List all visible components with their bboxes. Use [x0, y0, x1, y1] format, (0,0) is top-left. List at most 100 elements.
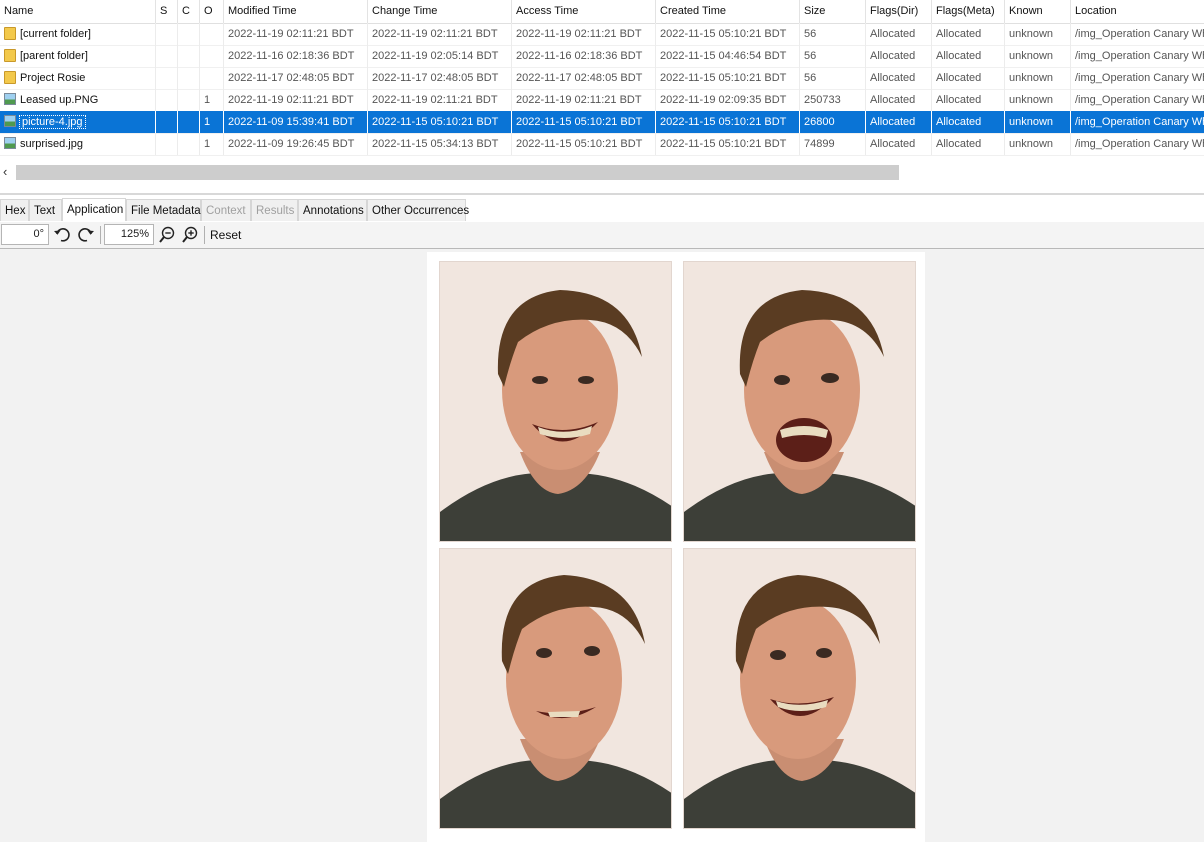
cell-name: [parent folder] — [0, 45, 156, 67]
cell-o — [200, 45, 224, 67]
photo-panel-laugh — [683, 261, 916, 542]
column-header-name[interactable]: Name — [0, 0, 156, 23]
cell-flags-dir: Allocated — [866, 67, 932, 89]
cell-modified: 2022-11-19 02:11:21 BDT — [224, 89, 368, 111]
cell-flags-meta: Allocated — [932, 45, 1005, 67]
cell-created: 2022-11-15 04:46:54 BDT — [656, 45, 800, 67]
cell-flags-meta: Allocated — [932, 23, 1005, 45]
image-file-icon — [4, 115, 16, 128]
image-file-icon — [4, 137, 16, 150]
cell-s — [156, 67, 178, 89]
toolbar-separator — [204, 226, 205, 244]
table-row[interactable]: [parent folder] 2022-11-16 02:18:36 BDT … — [0, 45, 1204, 68]
rotate-left-icon[interactable] — [52, 225, 72, 245]
cell-change: 2022-11-19 02:11:21 BDT — [368, 23, 512, 45]
column-header-known[interactable]: Known — [1005, 0, 1071, 23]
cell-name: surprised.jpg — [0, 133, 156, 155]
reset-button[interactable]: Reset — [210, 226, 241, 244]
cell-s — [156, 23, 178, 45]
cell-name: picture-4.jpg — [0, 111, 156, 133]
column-header-size[interactable]: Size — [800, 0, 866, 23]
tab-file-metadata[interactable]: File Metadata — [126, 199, 201, 221]
rotation-field[interactable]: 0° — [1, 224, 49, 245]
zoom-out-icon[interactable] — [157, 225, 177, 245]
cell-known: unknown — [1005, 111, 1071, 133]
column-header-change[interactable]: Change Time — [368, 0, 512, 23]
cell-access: 2022-11-16 02:18:36 BDT — [512, 45, 656, 67]
image-viewer — [0, 249, 1204, 844]
tab-results: Results — [251, 199, 298, 221]
column-header-created[interactable]: Created Time — [656, 0, 800, 23]
cell-o: 1 — [200, 133, 224, 155]
cell-change: 2022-11-15 05:10:21 BDT — [368, 111, 512, 133]
column-header-flags-dir[interactable]: Flags(Dir) — [866, 0, 932, 23]
cell-location: /img_Operation Canary Wh — [1071, 45, 1204, 67]
cell-modified: 2022-11-16 02:18:36 BDT — [224, 45, 368, 67]
folder-icon — [4, 70, 16, 84]
cell-o: 1 — [200, 89, 224, 111]
cell-modified: 2022-11-17 02:48:05 BDT — [224, 67, 368, 89]
content-viewer-tabs: Hex Text Application File Metadata Conte… — [0, 198, 1204, 223]
rotate-right-icon[interactable] — [76, 225, 96, 245]
cell-name: Project Rosie — [0, 67, 156, 89]
cell-s — [156, 45, 178, 67]
cell-size: 56 — [800, 45, 866, 67]
tab-application[interactable]: Application — [62, 198, 126, 221]
toolbar-separator — [100, 226, 101, 244]
column-header-c[interactable]: C — [178, 0, 200, 23]
cell-flags-dir: Allocated — [866, 89, 932, 111]
cell-size: 74899 — [800, 133, 866, 155]
scroll-left-icon[interactable]: ‹ — [3, 164, 7, 179]
cell-o: 1 — [200, 111, 224, 133]
pane-splitter[interactable] — [0, 193, 1204, 195]
zoom-level-field[interactable]: 125% — [104, 224, 154, 245]
image-canvas[interactable] — [427, 252, 925, 844]
cell-flags-meta: Allocated — [932, 67, 1005, 89]
scrollbar-thumb[interactable] — [16, 165, 899, 180]
cell-size: 56 — [800, 23, 866, 45]
zoom-in-icon[interactable] — [180, 225, 200, 245]
cell-known: unknown — [1005, 67, 1071, 89]
cell-change: 2022-11-15 05:34:13 BDT — [368, 133, 512, 155]
image-viewer-toolbar: 0° 125% Reset — [0, 222, 1204, 249]
column-header-location[interactable]: Location — [1071, 0, 1204, 23]
table-row[interactable]: surprised.jpg 1 2022-11-09 19:26:45 BDT … — [0, 133, 1204, 156]
cell-s — [156, 89, 178, 111]
folder-icon — [4, 26, 16, 40]
folder-icon — [4, 48, 16, 62]
cell-name: [current folder] — [0, 23, 156, 45]
cell-created: 2022-11-15 05:10:21 BDT — [656, 67, 800, 89]
column-header-modified[interactable]: Modified Time — [224, 0, 368, 23]
tab-other-occurrences[interactable]: Other Occurrences — [367, 199, 469, 221]
table-row[interactable]: [current folder] 2022-11-19 02:11:21 BDT… — [0, 23, 1204, 46]
cell-flags-meta: Allocated — [932, 111, 1005, 133]
tab-annotations[interactable]: Annotations — [298, 199, 367, 221]
column-header-access[interactable]: Access Time — [512, 0, 656, 23]
cell-location: /img_Operation Canary Wh — [1071, 111, 1204, 133]
cell-flags-dir: Allocated — [866, 45, 932, 67]
cell-c — [178, 67, 200, 89]
table-row-selected[interactable]: picture-4.jpg 1 2022-11-09 15:39:41 BDT … — [0, 111, 1204, 134]
table-header: Name S C O Modified Time Change Time Acc… — [0, 0, 1204, 24]
cell-known: unknown — [1005, 45, 1071, 67]
column-header-s[interactable]: S — [156, 0, 178, 23]
table-horizontal-scrollbar[interactable]: ‹ — [0, 163, 1204, 183]
cell-modified: 2022-11-09 15:39:41 BDT — [224, 111, 368, 133]
cell-location: /img_Operation Canary Wh — [1071, 23, 1204, 45]
cell-c — [178, 45, 200, 67]
table-row[interactable]: Project Rosie 2022-11-17 02:48:05 BDT 20… — [0, 67, 1204, 90]
cell-location: /img_Operation Canary Wh — [1071, 89, 1204, 111]
cell-change: 2022-11-19 02:05:14 BDT — [368, 45, 512, 67]
column-header-flags-meta[interactable]: Flags(Meta) — [932, 0, 1005, 23]
tab-hex[interactable]: Hex — [0, 199, 29, 221]
cell-size: 26800 — [800, 111, 866, 133]
cell-c — [178, 23, 200, 45]
cell-known: unknown — [1005, 89, 1071, 111]
table-row[interactable]: Leased up.PNG 1 2022-11-19 02:11:21 BDT … — [0, 89, 1204, 112]
cell-created: 2022-11-15 05:10:21 BDT — [656, 23, 800, 45]
cell-flags-dir: Allocated — [866, 111, 932, 133]
tab-text[interactable]: Text — [29, 199, 62, 221]
cell-flags-dir: Allocated — [866, 23, 932, 45]
column-header-o[interactable]: O — [200, 0, 224, 23]
cell-access: 2022-11-15 05:10:21 BDT — [512, 111, 656, 133]
